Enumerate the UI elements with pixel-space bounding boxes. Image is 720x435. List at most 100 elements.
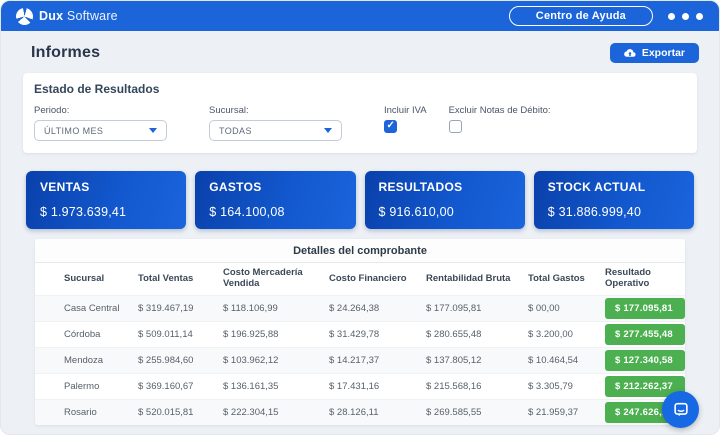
filters-panel: Estado de Resultados Periodo: ÚLTIMO MES… [23,73,697,153]
brand-name: Dux Software [39,9,118,23]
kpi-value: $ 164.100,08 [209,205,341,219]
cell-rentabilidad: $ 280.655,48 [426,329,528,340]
details-table: Detalles del comprobante Sucursal Total … [35,239,685,425]
result-badge: $ 277.455,48 [605,324,685,345]
cell-costo-financiero: $ 31.429,78 [329,329,426,340]
table-row[interactable]: Córdoba $ 509.011,14 $ 196.925,88 $ 31.4… [35,321,685,347]
incluir-iva-checkbox[interactable] [384,120,397,133]
column-header: Total Gastos [528,274,605,285]
cell-cmv: $ 196.925,88 [223,329,329,340]
cell-rentabilidad: $ 215.568,16 [426,381,528,392]
incluir-iva-label: Incluir IVA [384,105,427,116]
top-navbar: Dux Software Centro de Ayuda [1,1,719,31]
app-window: Dux Software Centro de Ayuda Informes Ex… [0,0,720,435]
kpi-card-resultados: RESULTADOS $ 916.610,00 [365,171,525,229]
cell-cmv: $ 118.106,99 [223,303,329,314]
cell-sucursal: Palermo [64,381,138,392]
cell-resultado: $ 277.455,48 [605,322,685,347]
kpi-value: $ 1.973.639,41 [40,205,172,219]
periodo-value: ÚLTIMO MES [44,126,103,136]
export-button-label: Exportar [642,47,685,59]
cell-total-gastos: $ 3.200,00 [528,329,605,340]
brand-name-light: Software [67,9,118,23]
cell-costo-financiero: $ 24.264,38 [329,303,426,314]
menu-dots-icon[interactable] [668,13,703,20]
column-header: Rentabilidad Bruta [426,274,528,285]
cell-sucursal: Córdoba [64,329,138,340]
cell-costo-financiero: $ 17.431,16 [329,381,426,392]
column-header: Total Ventas [138,274,223,285]
kpi-label: RESULTADOS [379,180,511,194]
page-header: Informes Exportar [1,31,719,73]
chevron-down-icon [149,128,157,133]
chat-fab-button[interactable] [662,391,699,428]
table-row[interactable]: Casa Central $ 319.467,19 $ 118.106,99 $… [35,295,685,321]
help-center-button[interactable]: Centro de Ayuda [509,6,653,26]
sucursal-label: Sucursal: [209,105,342,116]
cell-resultado: $ 177.095,81 [605,296,685,321]
cell-rentabilidad: $ 137.805,12 [426,355,528,366]
excluir-nd-filter: Excluir Notas de Débito: [449,105,551,133]
sucursal-filter: Sucursal: TODAS [209,105,342,141]
kpi-value: $ 916.610,00 [379,205,511,219]
cell-rentabilidad: $ 177.095,81 [426,303,528,314]
cell-total-ventas: $ 369.160,67 [138,381,223,392]
column-header: Costo Mercadería Vendida [223,268,329,290]
column-header: Costo Financiero [329,274,426,285]
table-title: Detalles del comprobante [35,239,685,263]
kpi-label: VENTAS [40,180,172,194]
cell-total-gastos: $ 10.464,54 [528,355,605,366]
excluir-nd-checkbox[interactable] [449,120,462,133]
dux-logo-icon [16,8,33,25]
cell-total-ventas: $ 520.015,81 [138,407,223,418]
page-title: Informes [31,44,100,62]
cell-costo-financiero: $ 14.217,37 [329,355,426,366]
result-badge: $ 127.340,58 [605,350,685,371]
kpi-card-gastos: GASTOS $ 164.100,08 [195,171,355,229]
brand-name-bold: Dux [39,9,63,23]
cell-sucursal: Casa Central [64,303,138,314]
table-row[interactable]: Mendoza $ 255.984,60 $ 103.962,12 $ 14.2… [35,347,685,373]
incluir-iva-filter: Incluir IVA [384,105,427,133]
kpi-value: $ 31.886.999,40 [548,205,680,219]
column-header: Sucursal [64,274,138,285]
chat-bubble-icon [672,401,690,419]
cell-total-gastos: $ 00,00 [528,303,605,314]
cell-total-ventas: $ 255.984,60 [138,355,223,366]
kpi-label: STOCK ACTUAL [548,180,680,194]
cell-resultado: $ 127.340,58 [605,348,685,373]
cell-sucursal: Mendoza [64,355,138,366]
cell-sucursal: Rosario [64,407,138,418]
cell-cmv: $ 103.962,12 [223,355,329,366]
kpi-card-ventas: VENTAS $ 1.973.639,41 [26,171,186,229]
sucursal-value: TODAS [219,126,252,136]
filter-row: Periodo: ÚLTIMO MES Sucursal: TODAS Incl… [34,105,686,141]
cell-total-gastos: $ 21.959,37 [528,407,605,418]
cell-cmv: $ 222.304,15 [223,407,329,418]
topbar-right: Centro de Ayuda [509,6,703,26]
excluir-nd-label: Excluir Notas de Débito: [449,105,551,116]
table-row[interactable]: Rosario $ 520.015,81 $ 222.304,15 $ 28.1… [35,399,685,425]
table-header-row: Sucursal Total Ventas Costo Mercadería V… [35,263,685,295]
section-title: Estado de Resultados [34,82,686,96]
cell-total-ventas: $ 319.467,19 [138,303,223,314]
sucursal-select[interactable]: TODAS [209,120,342,141]
periodo-label: Periodo: [34,105,167,116]
cell-total-ventas: $ 509.011,14 [138,329,223,340]
export-button[interactable]: Exportar [610,43,699,63]
kpi-card-stock: STOCK ACTUAL $ 31.886.999,40 [534,171,694,229]
kpi-label: GASTOS [209,180,341,194]
cell-cmv: $ 136.161,35 [223,381,329,392]
table-body: Casa Central $ 319.467,19 $ 118.106,99 $… [35,295,685,425]
cloud-upload-icon [624,48,636,58]
periodo-select[interactable]: ÚLTIMO MES [34,120,167,141]
cell-costo-financiero: $ 28.126,11 [329,407,426,418]
column-header: Resultado Operativo [605,268,685,290]
cell-rentabilidad: $ 269.585,55 [426,407,528,418]
periodo-filter: Periodo: ÚLTIMO MES [34,105,167,141]
table-row[interactable]: Palermo $ 369.160,67 $ 136.161,35 $ 17.4… [35,373,685,399]
cell-total-gastos: $ 3.305,79 [528,381,605,392]
chevron-down-icon [324,128,332,133]
kpi-cards-row: VENTAS $ 1.973.639,41 GASTOS $ 164.100,0… [26,171,694,229]
brand-logo: Dux Software [16,8,118,25]
